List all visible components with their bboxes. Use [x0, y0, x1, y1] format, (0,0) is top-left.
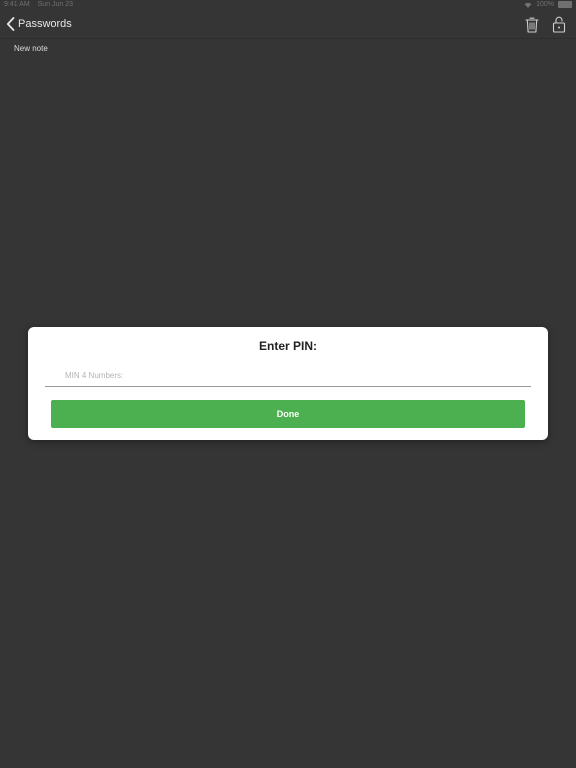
battery-icon	[558, 1, 572, 8]
note-title[interactable]: New note	[14, 44, 48, 53]
done-button[interactable]: Done	[51, 400, 525, 428]
back-label: Passwords	[18, 18, 72, 30]
lock-button[interactable]	[552, 16, 566, 33]
dialog-title: Enter PIN:	[258, 339, 317, 353]
unlock-icon	[552, 16, 566, 33]
status-right: 100%	[524, 1, 572, 8]
pin-dialog: Enter PIN: Done	[28, 327, 548, 440]
status-left: 9:41 AM Sun Jun 23	[4, 1, 79, 8]
chevron-left-icon	[6, 17, 15, 31]
wifi-icon	[524, 2, 532, 8]
status-date: Sun Jun 23	[37, 1, 74, 8]
delete-button[interactable]	[525, 17, 539, 33]
status-bar: 9:41 AM Sun Jun 23 100%	[0, 0, 576, 11]
battery-level	[559, 2, 571, 7]
pin-input[interactable]	[45, 365, 531, 387]
navigation-bar: Passwords	[0, 11, 576, 39]
status-time: 9:41 AM	[4, 1, 30, 8]
battery-percent: 100%	[536, 1, 554, 8]
trash-icon	[525, 17, 539, 33]
back-button[interactable]: Passwords	[6, 17, 72, 31]
